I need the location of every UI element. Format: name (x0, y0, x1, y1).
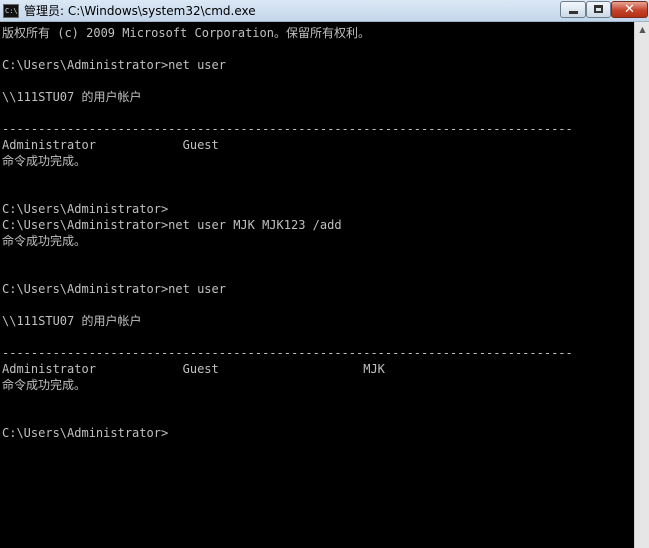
console-line: \\111STU07 的用户帐户 (2, 90, 142, 104)
console-line: C:\Users\Administrator>net user MJK MJK1… (2, 218, 342, 232)
console-line: 命令成功完成。 (2, 378, 87, 392)
minimize-icon (569, 11, 578, 14)
maximize-icon (594, 5, 603, 13)
console-prompt: C:\Users\Administrator> (2, 426, 169, 440)
console-line: 命令成功完成。 (2, 154, 87, 168)
cmd-window: C:\ 管理员: C:\Windows\system32\cmd.exe ✕ 版… (0, 0, 649, 548)
console-line: C:\Users\Administrator>net user (2, 282, 226, 296)
console-line: Administrator Guest MJK (2, 362, 385, 376)
console-line: ----------------------------------------… (2, 122, 573, 136)
console-line: Administrator Guest (2, 138, 219, 152)
window-title: 管理员: C:\Windows\system32\cmd.exe (24, 4, 256, 18)
console-line: 版权所有 (c) 2009 Microsoft Corporation。保留所有… (2, 26, 370, 40)
cmd-app-icon[interactable]: C:\ (3, 4, 19, 18)
console-output[interactable]: 版权所有 (c) 2009 Microsoft Corporation。保留所有… (0, 22, 634, 548)
close-icon: ✕ (624, 2, 635, 17)
console-line: C:\Users\Administrator> (2, 202, 169, 216)
console-line: \\111STU07 的用户帐户 (2, 314, 142, 328)
vertical-scrollbar[interactable]: ▲ (634, 22, 649, 548)
title-bar[interactable]: C:\ 管理员: C:\Windows\system32\cmd.exe ✕ (0, 0, 649, 22)
maximize-button[interactable] (586, 1, 611, 18)
close-button[interactable]: ✕ (611, 1, 648, 18)
console-line: C:\Users\Administrator>net user (2, 58, 226, 72)
scroll-up-arrow-icon[interactable]: ▲ (636, 22, 649, 37)
console-line: 命令成功完成。 (2, 234, 87, 248)
minimize-button[interactable] (560, 1, 586, 18)
console-line: ----------------------------------------… (2, 346, 573, 360)
